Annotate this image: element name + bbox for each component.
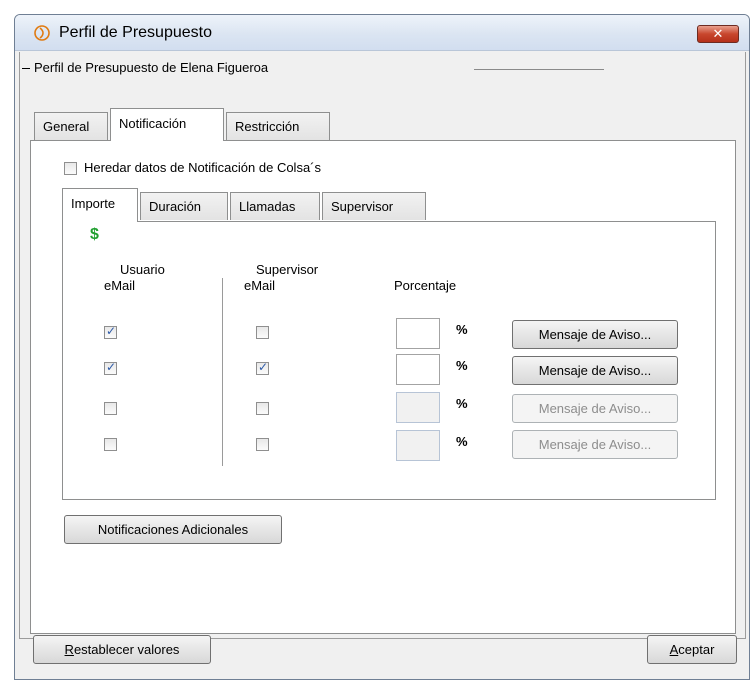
row2-percent-sign: % bbox=[456, 358, 468, 373]
row3-percent-sign: % bbox=[456, 396, 468, 411]
header-supervisor-email: eMail bbox=[244, 278, 276, 293]
row4-porcentaje-input bbox=[396, 430, 440, 461]
column-divider bbox=[222, 278, 223, 466]
tab-general[interactable]: General bbox=[34, 112, 108, 140]
row1-percent-sign: % bbox=[456, 322, 468, 337]
row1-mensaje-aviso-button[interactable]: Mensaje de Aviso... bbox=[512, 320, 678, 349]
restablecer-label: establecer valores bbox=[73, 642, 180, 657]
tab-importe[interactable]: Importe bbox=[62, 188, 138, 222]
group-title-label: Perfil de Presupuesto de Elena Figueroa bbox=[34, 60, 269, 75]
tab-llamadas[interactable]: Llamadas bbox=[230, 192, 320, 220]
dollar-icon: $ bbox=[90, 226, 99, 243]
row1-porcentaje-input[interactable] bbox=[396, 318, 440, 349]
app-icon bbox=[34, 25, 50, 41]
close-button[interactable]: ✕ bbox=[697, 25, 739, 43]
group-divider bbox=[474, 69, 604, 70]
tab-general-label: General bbox=[43, 119, 90, 134]
title-bar[interactable]: Perfil de Presupuesto ✕ bbox=[15, 15, 749, 51]
restablecer-valores-button[interactable]: Restablecer valores bbox=[33, 635, 211, 664]
aceptar-button[interactable]: Aceptar bbox=[647, 635, 737, 664]
aceptar-label: ceptar bbox=[678, 642, 715, 657]
header-usuario: Usuario bbox=[120, 262, 165, 277]
tab-duracion-label: Duración bbox=[149, 199, 202, 214]
inherit-checkbox[interactable] bbox=[64, 162, 77, 175]
dialog-content: Perfil de Presupuesto de Elena Figueroa … bbox=[19, 52, 746, 639]
row3-porcentaje-input bbox=[396, 392, 440, 423]
close-icon: ✕ bbox=[712, 26, 724, 41]
row4-usuario-email-checkbox[interactable] bbox=[104, 438, 117, 451]
row1-usuario-email-checkbox[interactable] bbox=[104, 324, 117, 339]
row4-mensaje-aviso-button: Mensaje de Aviso... bbox=[512, 430, 678, 459]
tab-notificacion-label: Notificación bbox=[119, 116, 187, 131]
tab-supervisor-label: Supervisor bbox=[331, 199, 394, 214]
tab-restriccion-label: Restricción bbox=[235, 119, 300, 134]
header-supervisor: Supervisor bbox=[256, 262, 319, 277]
header-usuario-email: eMail bbox=[104, 278, 136, 293]
window-title: Perfil de Presupuesto bbox=[59, 24, 212, 41]
row3-usuario-email-checkbox[interactable] bbox=[104, 402, 117, 415]
row2-usuario-email-checkbox[interactable] bbox=[104, 360, 117, 375]
tab-notificacion[interactable]: Notificación bbox=[110, 108, 224, 141]
tab-restriccion[interactable]: Restricción bbox=[226, 112, 330, 140]
tab-importe-label: Importe bbox=[71, 196, 116, 211]
tab-llamadas-label: Llamadas bbox=[239, 199, 296, 214]
row4-percent-sign: % bbox=[456, 434, 468, 449]
row2-mensaje-aviso-button[interactable]: Mensaje de Aviso... bbox=[512, 356, 678, 385]
row2-porcentaje-input[interactable] bbox=[396, 354, 440, 385]
row3-mensaje-aviso-button: Mensaje de Aviso... bbox=[512, 394, 678, 423]
row3-supervisor-email-checkbox[interactable] bbox=[256, 402, 269, 415]
row4-supervisor-email-checkbox[interactable] bbox=[256, 438, 269, 451]
dialog-window: Perfil de Presupuesto ✕ Perfil de Presup… bbox=[14, 14, 750, 680]
tab-supervisor[interactable]: Supervisor bbox=[322, 192, 426, 220]
row2-supervisor-email-checkbox[interactable] bbox=[256, 360, 269, 375]
aceptar-accel: A bbox=[669, 642, 679, 657]
tab-duracion[interactable]: Duración bbox=[140, 192, 228, 220]
restablecer-accel: R bbox=[64, 642, 74, 657]
group-title-dash bbox=[22, 68, 30, 70]
notificaciones-adicionales-button[interactable]: Notificaciones Adicionales bbox=[64, 515, 282, 544]
group-title: Perfil de Presupuesto de Elena Figueroa bbox=[20, 60, 268, 75]
inherit-label: Heredar datos de Notificación de Colsa´s bbox=[84, 160, 322, 175]
row1-supervisor-email-checkbox[interactable] bbox=[256, 326, 269, 339]
header-porcentaje: Porcentaje bbox=[394, 278, 457, 293]
